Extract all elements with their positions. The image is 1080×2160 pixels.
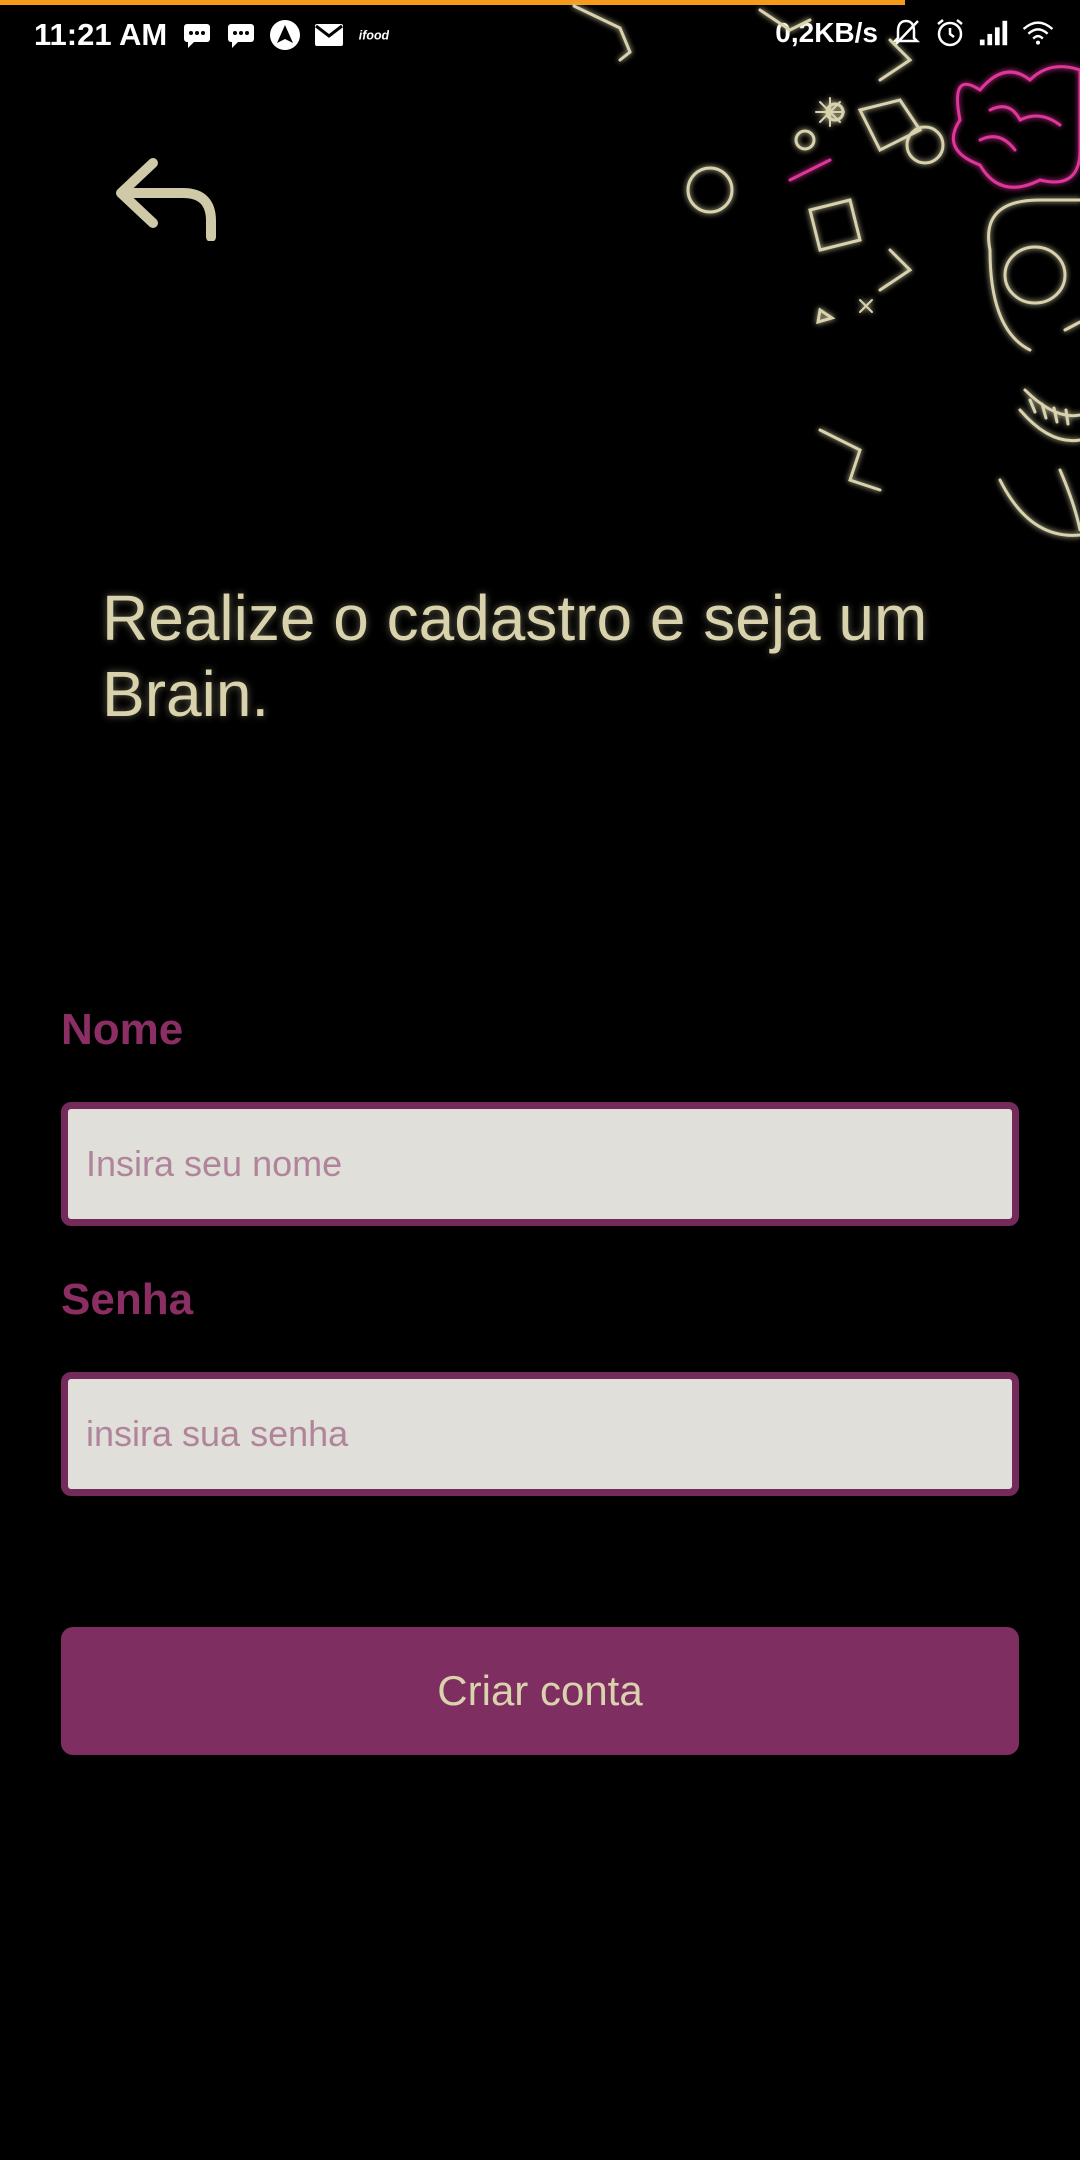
- alarm-icon: [934, 17, 966, 49]
- navigation-icon: [269, 19, 301, 51]
- status-time: 11:21 AM: [34, 17, 168, 52]
- ifood-icon: ifood: [357, 19, 389, 51]
- svg-text:ifood: ifood: [359, 28, 389, 42]
- password-field-container: [61, 1372, 1019, 1496]
- password-input[interactable]: [68, 1413, 1012, 1455]
- create-account-button[interactable]: Criar conta: [61, 1627, 1019, 1755]
- signal-icon: [978, 17, 1010, 49]
- create-account-label: Criar conta: [437, 1667, 643, 1714]
- back-button[interactable]: [108, 150, 228, 250]
- message-icon: [225, 19, 257, 51]
- message-icon: [181, 19, 213, 51]
- page-title: Realize o cadastro e seja um Brain.: [102, 582, 928, 730]
- back-arrow-icon: [113, 155, 223, 246]
- name-label: Nome: [61, 1005, 184, 1054]
- gmail-icon: [313, 19, 345, 51]
- muted-bell-icon: [890, 17, 922, 49]
- name-input[interactable]: [68, 1143, 1012, 1185]
- neon-brain-illustration: [560, 0, 1080, 560]
- status-bar: 11:21 AM ifood 0,2KB/s: [0, 5, 1080, 67]
- password-label: Senha: [61, 1275, 194, 1324]
- network-speed: 0,2KB/s: [775, 17, 878, 48]
- name-field-container: [61, 1102, 1019, 1226]
- wifi-icon: [1022, 17, 1054, 49]
